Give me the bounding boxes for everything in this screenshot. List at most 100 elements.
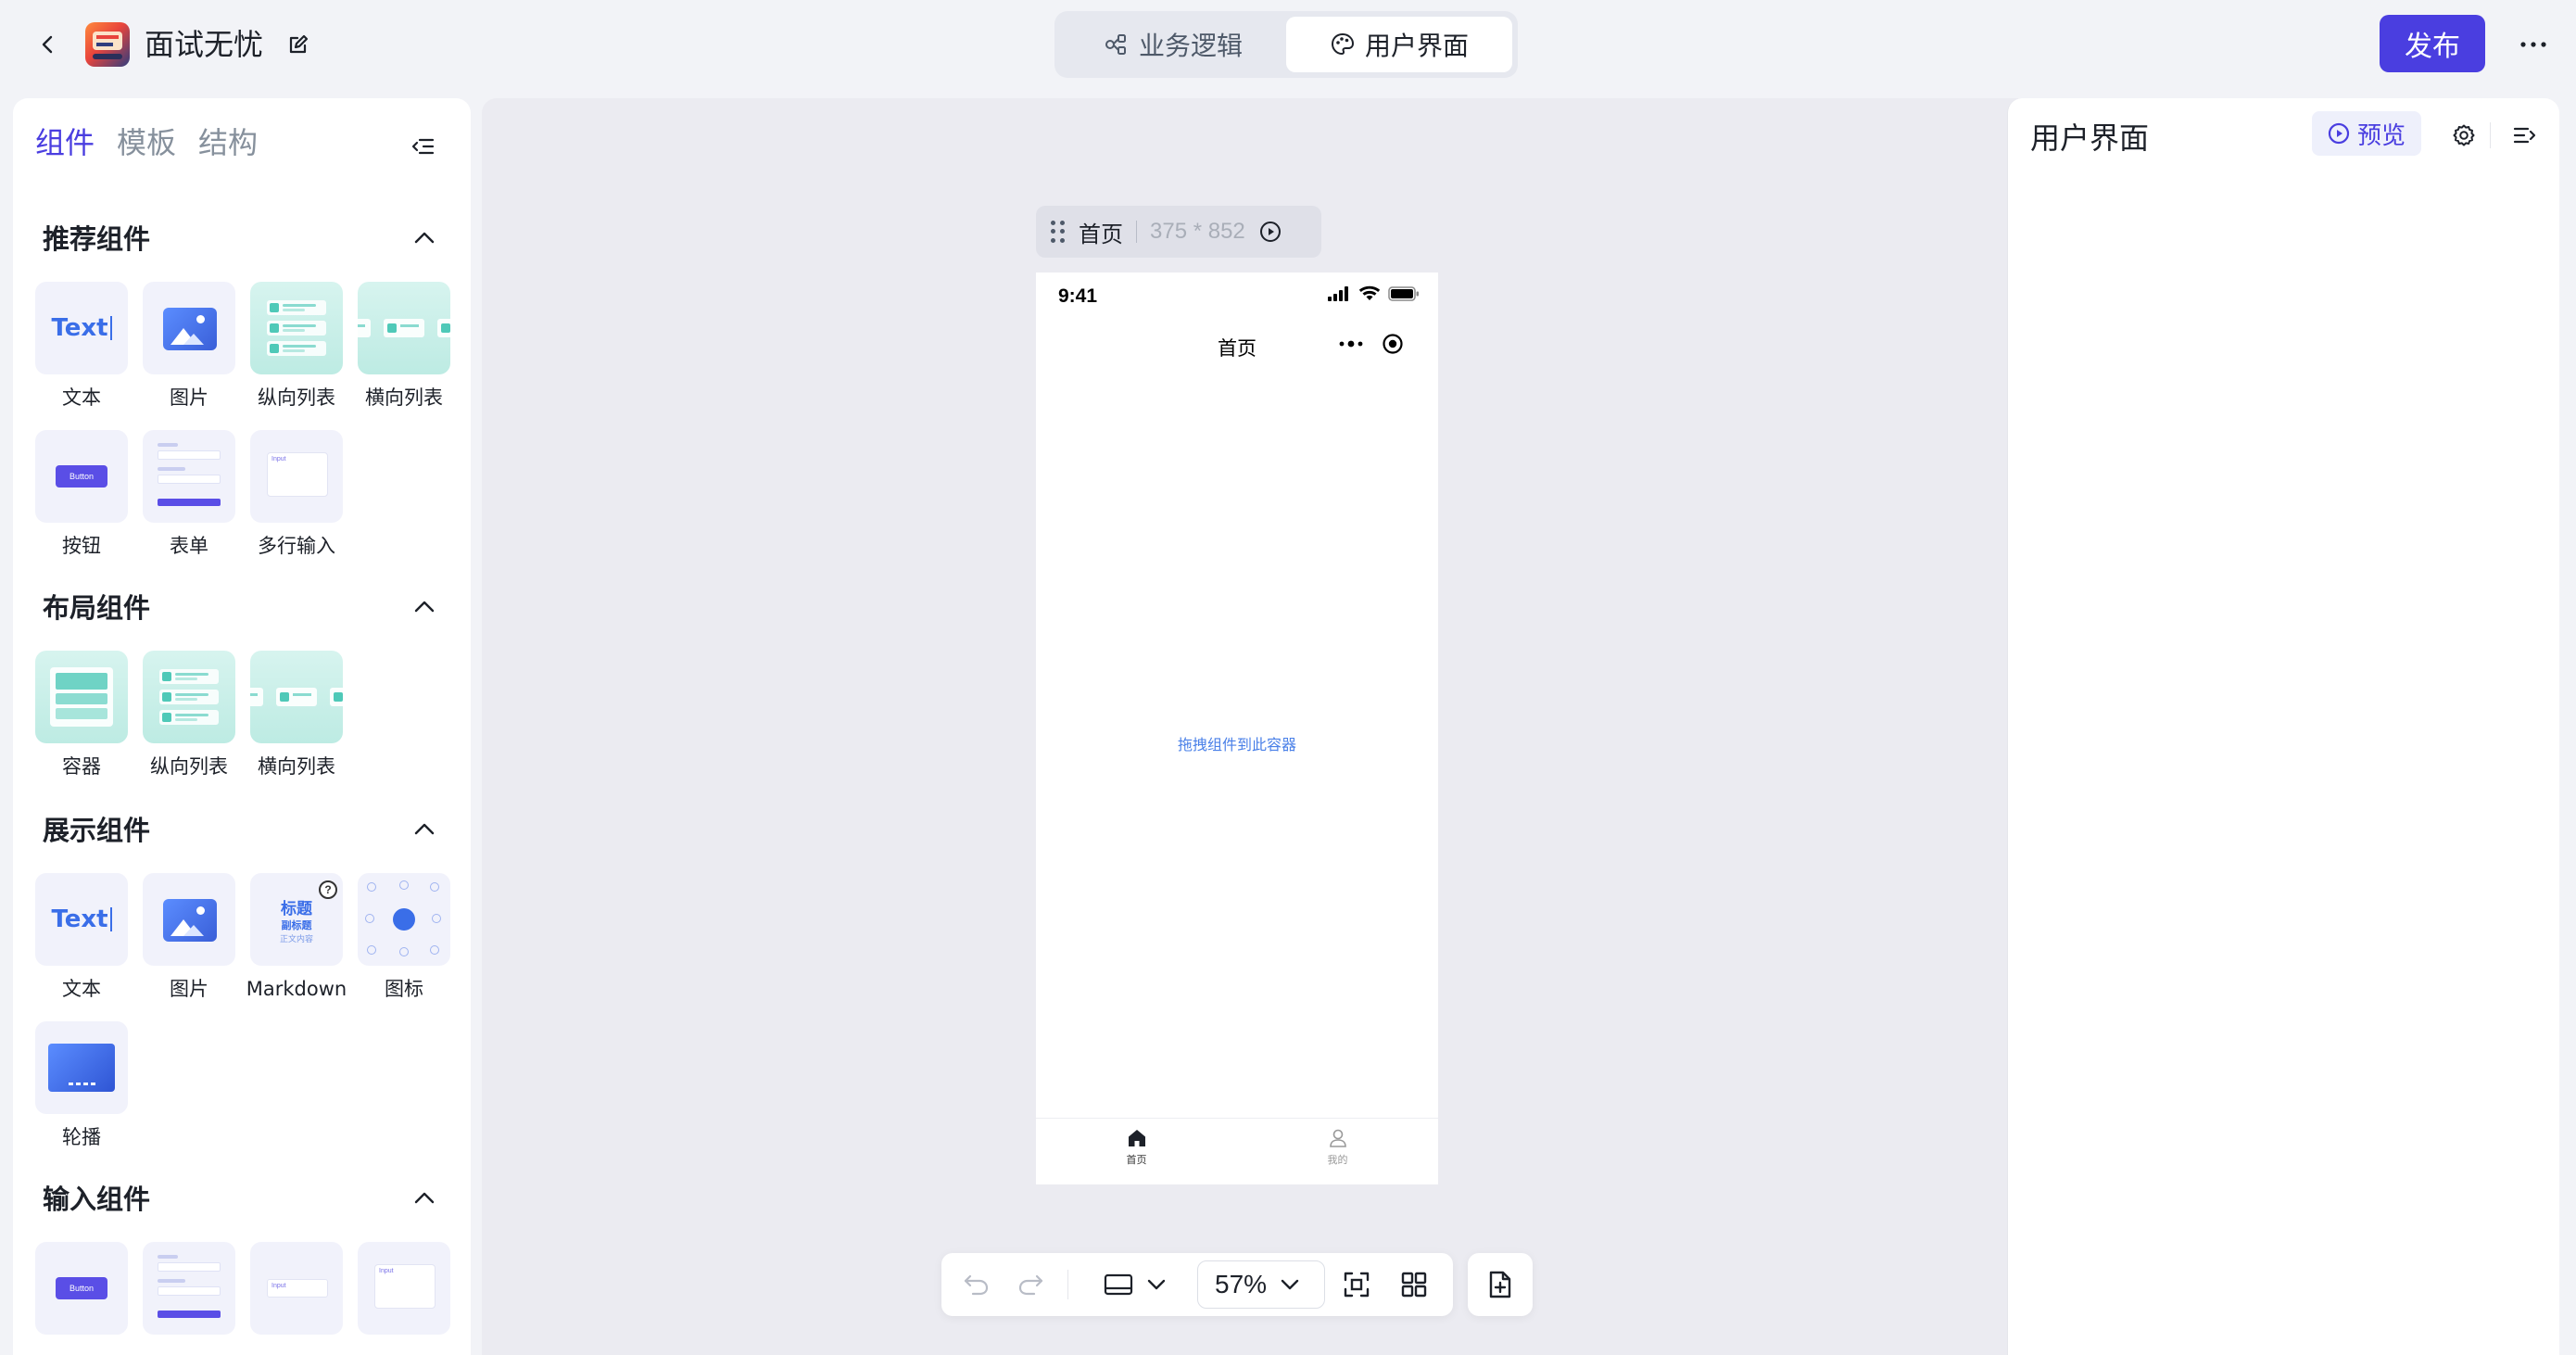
undo-button[interactable]: [958, 1266, 995, 1303]
tab-business-logic[interactable]: 业务逻辑: [1060, 17, 1286, 72]
status-icons: [1327, 285, 1420, 301]
device-screen-icon: [1104, 1273, 1133, 1296]
wifi-icon: [1358, 285, 1381, 300]
edit-icon: [289, 34, 309, 54]
fit-screen-button[interactable]: [1338, 1266, 1375, 1303]
chevron-up-icon: [414, 1192, 435, 1204]
component-horizontal-list[interactable]: 横向列表: [358, 282, 450, 412]
component-panel: 组件 模板 结构 推荐组件 Text 文本 图片 纵向列表 横向列表 Butto: [13, 98, 471, 1355]
back-button[interactable]: [32, 28, 65, 61]
chevron-up-icon: [414, 232, 435, 244]
layout-grid-button[interactable]: [1395, 1266, 1433, 1303]
properties-panel: 用户界面 预览: [2007, 98, 2559, 1355]
section-title: 推荐组件: [43, 223, 151, 255]
grid-icon: [1401, 1272, 1427, 1298]
component-horizontal-list[interactable]: 横向列表: [250, 651, 343, 780]
text-sample: Text: [51, 314, 108, 342]
component-text[interactable]: Text 文本: [35, 282, 128, 412]
redo-button[interactable]: [1012, 1266, 1049, 1303]
collapse-right-panel-button[interactable]: [2508, 119, 2542, 152]
tabbar-item-mine[interactable]: 我的: [1237, 1119, 1438, 1184]
section-collapse-toggle[interactable]: [408, 1181, 441, 1214]
preview-label: 预览: [2356, 121, 2406, 150]
component-panel-tabs: 组件 模板 结构: [35, 122, 258, 163]
input-placeholder: Input: [271, 456, 286, 462]
tab-user-interface[interactable]: 用户界面: [1286, 17, 1512, 72]
publish-button[interactable]: 发布: [2380, 15, 2485, 72]
image-icon: [163, 308, 217, 350]
section-collapse-toggle[interactable]: [408, 589, 441, 623]
section-header-input: 输入组件: [43, 1179, 441, 1216]
page-tag[interactable]: 首页 375 * 852: [1036, 206, 1321, 258]
tab-structure[interactable]: 结构: [198, 122, 258, 163]
button-sample: Button: [56, 465, 107, 488]
component-icon[interactable]: 图标: [358, 873, 450, 1003]
component-image[interactable]: 图片: [143, 282, 235, 412]
tabbar-item-home[interactable]: 首页: [1036, 1119, 1237, 1184]
battery-icon: [1388, 285, 1419, 301]
signal-icon: [1328, 285, 1348, 301]
component-vertical-list[interactable]: 纵向列表: [250, 282, 343, 412]
component-carousel[interactable]: 轮播: [35, 1021, 128, 1151]
undo-icon: [964, 1274, 989, 1296]
component-textarea[interactable]: Input 多行输入: [250, 430, 343, 560]
preview-button[interactable]: 预览: [2312, 111, 2421, 156]
edit-app-name-button[interactable]: [282, 28, 315, 61]
icon-grid-icon: [358, 873, 450, 966]
section-collapse-toggle[interactable]: [408, 221, 441, 254]
section-collapse-toggle[interactable]: [408, 812, 441, 845]
phone-tabbar: 首页 我的: [1036, 1118, 1438, 1184]
file-add-icon: [1489, 1271, 1511, 1298]
settings-button[interactable]: [2447, 119, 2481, 152]
input-placeholder: Input: [271, 1283, 286, 1289]
component-markdown[interactable]: 标题 副标题 正文内容 ? Markdown: [246, 873, 347, 1003]
md-subtitle: 副标题: [281, 919, 312, 931]
component-form[interactable]: 表单: [143, 430, 235, 560]
more-menu-button[interactable]: [2513, 24, 2554, 65]
drag-handle-icon[interactable]: [1051, 221, 1066, 243]
app-logo: [85, 22, 130, 67]
status-time: 9:41: [1058, 285, 1098, 307]
fit-screen-icon: [1344, 1272, 1370, 1298]
preview-page-button[interactable]: [1258, 220, 1282, 244]
section-title: 输入组件: [43, 1184, 151, 1215]
carousel-icon: [48, 1044, 115, 1092]
component-input-textarea[interactable]: Input: [358, 1242, 450, 1355]
more-dots-icon: [1339, 340, 1363, 348]
component-input-form[interactable]: [143, 1242, 235, 1355]
zoom-value: 57%: [1215, 1270, 1268, 1298]
collapse-left-panel-button[interactable]: [406, 130, 439, 163]
component-button[interactable]: Button 按钮: [35, 430, 128, 560]
add-page-button[interactable]: [1468, 1253, 1533, 1316]
component-input-button[interactable]: Button: [35, 1242, 128, 1355]
zoom-select[interactable]: 57%: [1197, 1260, 1325, 1309]
component-container[interactable]: 容器: [35, 651, 128, 780]
button-sample: Button: [56, 1277, 107, 1299]
chevron-down-icon: [1281, 1279, 1299, 1290]
phone-nav-title: 首页: [1218, 337, 1256, 360]
page-size: 375 * 852: [1150, 219, 1245, 244]
section-header-layout: 布局组件: [43, 588, 441, 625]
device-select-button[interactable]: [1097, 1266, 1173, 1303]
component-label: 横向列表: [258, 755, 335, 778]
tab-components[interactable]: 组件: [35, 122, 95, 163]
chevron-up-icon: [414, 823, 435, 835]
phone-preview[interactable]: 9:41 首页 拖拽组件到此容器 首页 我的: [1036, 272, 1438, 1184]
tab-templates[interactable]: 模板: [117, 122, 176, 163]
capsule-close-button[interactable]: [1379, 330, 1407, 358]
md-body: 正文内容: [279, 935, 313, 944]
capsule-more-button[interactable]: [1332, 330, 1370, 358]
component-text[interactable]: Text 文本: [35, 873, 128, 1003]
component-input-field[interactable]: Input: [250, 1242, 343, 1355]
help-icon[interactable]: ?: [319, 880, 337, 899]
component-vertical-list[interactable]: 纵向列表: [143, 651, 235, 780]
flow-nodes-icon: [1105, 34, 1126, 55]
section-title: 布局组件: [43, 592, 151, 624]
target-circle-icon: [1383, 334, 1403, 354]
tab-business-logic-label: 业务逻辑: [1138, 31, 1243, 61]
component-image[interactable]: 图片: [143, 873, 235, 1003]
more-horizontal-icon: [2520, 42, 2546, 47]
mode-switch: 业务逻辑 用户界面: [1054, 11, 1518, 78]
collapse-right-icon: [2513, 127, 2536, 144]
image-icon: [163, 899, 217, 942]
